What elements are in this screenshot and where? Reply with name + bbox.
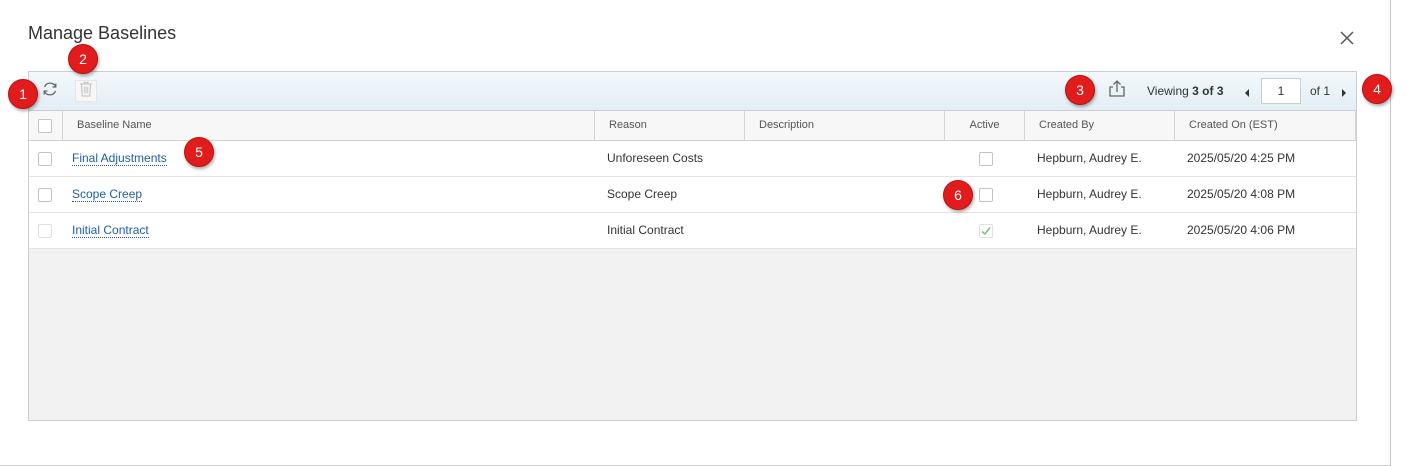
baseline-name-cell: Final Adjustments [72,141,167,176]
viewing-label: Viewing [1147,84,1189,98]
export-icon [1107,79,1127,104]
col-active[interactable]: Active [945,111,1025,140]
next-page-button[interactable] [1340,86,1348,98]
table-row[interactable]: Scope Creep Scope Creep Hepburn, Audrey … [29,177,1356,213]
refresh-icon [40,79,60,104]
created-by-cell: Hepburn, Audrey E. [1037,223,1142,237]
reason-cell: Unforeseen Costs [607,151,704,165]
baseline-name-cell: Scope Creep [72,177,143,212]
page-count-label: of 1 [1310,84,1331,98]
refresh-button[interactable] [39,80,61,102]
active-checkbox-checked [979,224,993,238]
viewing-status: Viewing 3 of 3 [1147,84,1224,98]
caret-left-icon [1243,86,1251,103]
baselines-grid: Viewing 3 of 3 of 1 Baseline Name Reason [28,71,1357,421]
callout-6: 6 [943,180,973,210]
delete-button[interactable] [75,80,97,102]
callout-2: 2 [68,44,98,74]
row-checkbox [38,224,52,238]
select-all-checkbox[interactable] [38,119,52,133]
baseline-name-cell: Initial Contract [72,213,149,248]
callout-3: 3 [1065,75,1095,105]
created-on-cell: 2025/05/20 4:08 PM [1187,187,1296,201]
row-checkbox[interactable] [38,152,52,166]
close-icon [1337,28,1357,48]
table-row[interactable]: Final Adjustments Unforeseen Costs Hepbu… [29,141,1356,177]
prev-page-button[interactable] [1243,86,1251,98]
col-baseline-name[interactable]: Baseline Name [63,111,595,140]
active-checkbox[interactable] [979,152,993,166]
baseline-name-link[interactable]: Initial Contract [72,223,149,238]
created-by-cell: Hepburn, Audrey E. [1037,187,1142,201]
reason-cell: Scope Creep [607,187,678,201]
baseline-name-link[interactable]: Final Adjustments [72,151,167,166]
row-checkbox[interactable] [38,188,52,202]
page-number-input[interactable] [1261,78,1301,104]
active-checkbox[interactable] [979,188,993,202]
manage-baselines-dialog: Manage Baselines Viewing 3 of 3 1 of 1 B… [0,0,1392,466]
reason-cell: Initial Contract [607,223,684,237]
trash-icon [79,81,93,102]
export-button[interactable] [1106,79,1128,104]
baseline-name-link[interactable]: Scope Creep [72,187,143,202]
select-all-cell [29,111,63,140]
callout-1: 1 [8,79,38,109]
grid-header: Baseline Name Reason Description Active … [29,111,1356,141]
created-by-cell: Hepburn, Audrey E. [1037,151,1142,165]
created-on-cell: 2025/05/20 4:06 PM [1187,223,1296,237]
caret-right-icon [1340,86,1348,103]
created-on-cell: 2025/05/20 4:25 PM [1187,151,1296,165]
table-row[interactable]: Initial Contract Initial Contract Hepbur… [29,213,1356,249]
col-created-on[interactable]: Created On (EST) [1175,111,1356,140]
callout-5: 5 [184,137,214,167]
close-button[interactable] [1337,28,1357,48]
callout-4: 4 [1362,74,1392,104]
viewing-count: 3 of 3 [1192,84,1224,98]
dialog-title: Manage Baselines [28,23,177,43]
col-reason[interactable]: Reason [595,111,745,140]
col-description[interactable]: Description [745,111,945,140]
col-created-by[interactable]: Created By [1025,111,1175,140]
grid-toolbar: Viewing 3 of 3 of 1 [29,72,1356,111]
